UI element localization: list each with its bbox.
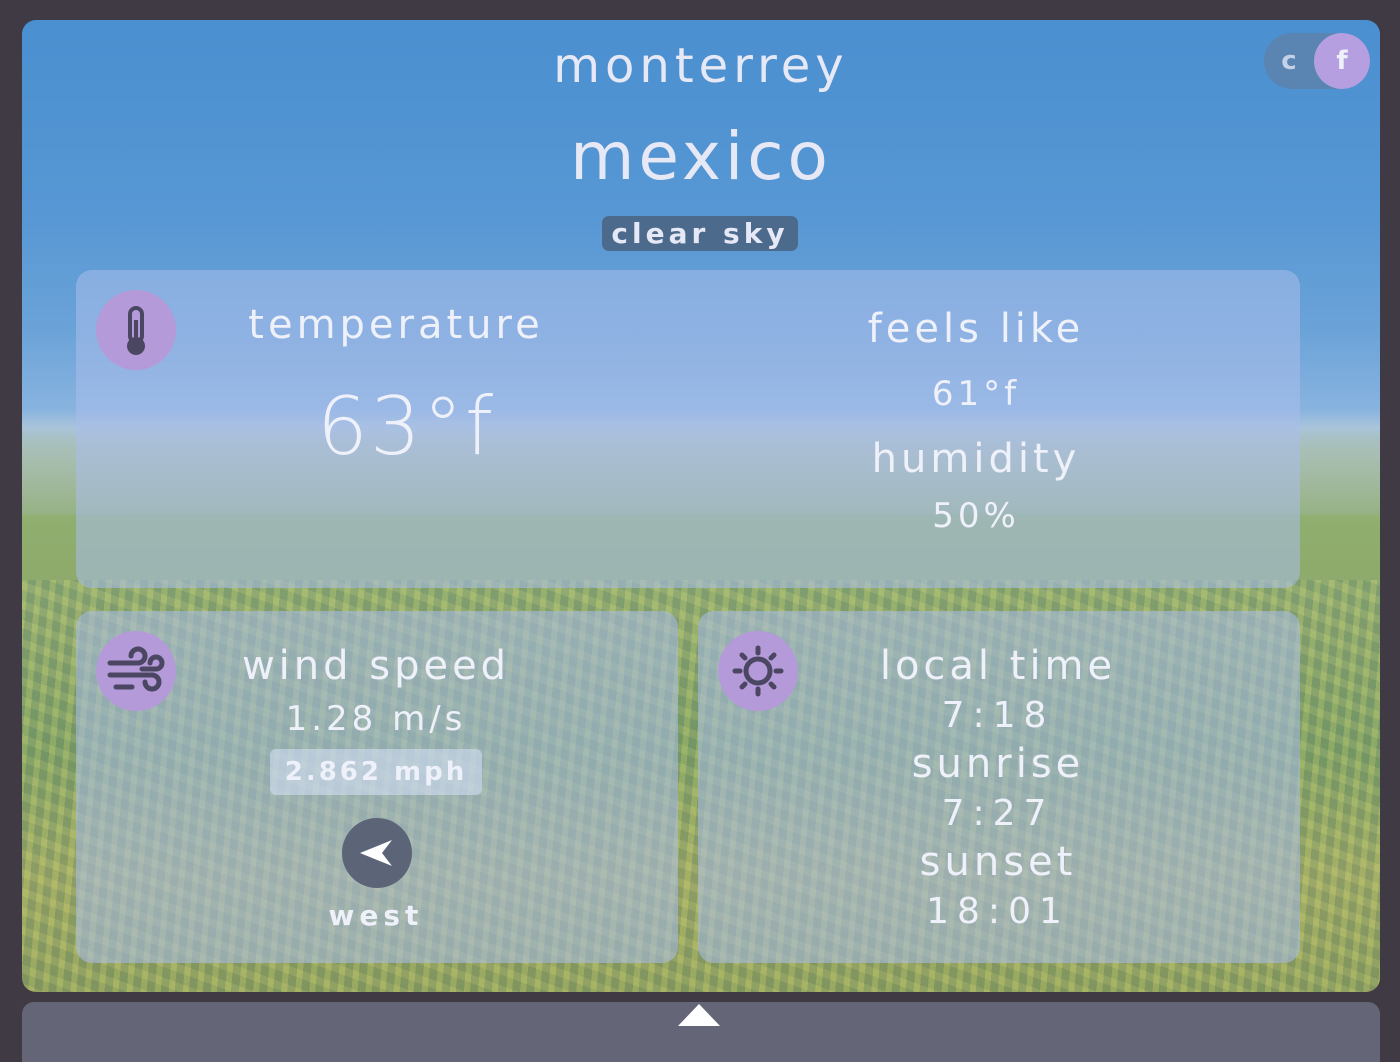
wind-icon bbox=[96, 631, 176, 711]
sunset-value: 18:01 bbox=[926, 891, 1070, 932]
feels-like-value: 61°f bbox=[931, 374, 1021, 414]
wind-card: wind speed 1.28 m/s 2.862 mph west bbox=[76, 611, 678, 963]
local-time-value: 7:18 bbox=[941, 695, 1055, 736]
celsius-option[interactable]: c bbox=[1264, 33, 1314, 89]
bottom-drawer[interactable] bbox=[22, 1002, 1380, 1062]
wind-speed-ms: 1.28 m/s bbox=[285, 699, 467, 739]
humidity-label: humidity bbox=[871, 436, 1081, 482]
humidity-value: 50% bbox=[932, 496, 1020, 536]
temperature-label: temperature bbox=[248, 302, 544, 348]
thermometer-icon bbox=[96, 290, 176, 370]
feels-like-label: feels like bbox=[867, 306, 1085, 352]
local-time-label: local time bbox=[879, 643, 1117, 689]
temperature-value: 63°f bbox=[317, 380, 495, 473]
weather-screen: monterrey mexico clear sky c f temperatu… bbox=[22, 20, 1380, 992]
city-name: monterrey bbox=[553, 38, 849, 94]
wind-speed-mph-badge: 2.862 mph bbox=[270, 749, 482, 795]
sun-icon bbox=[718, 631, 798, 711]
time-card: local time 7:18 sunrise 7:27 sunset 18:0… bbox=[698, 611, 1300, 963]
wind-speed-label: wind speed bbox=[241, 643, 511, 689]
country-name: mexico bbox=[570, 118, 832, 195]
sunset-label: sunset bbox=[919, 839, 1077, 885]
fahrenheit-option[interactable]: f bbox=[1314, 33, 1370, 89]
arrow-left-icon bbox=[342, 818, 412, 888]
chevron-up-icon[interactable] bbox=[676, 1002, 722, 1028]
temperature-card: temperature 63°f feels like 61°f humidit… bbox=[76, 270, 1300, 588]
weather-description-badge: clear sky bbox=[602, 216, 798, 251]
sunrise-label: sunrise bbox=[911, 741, 1085, 787]
sunrise-value: 7:27 bbox=[941, 793, 1055, 834]
unit-toggle[interactable]: c f bbox=[1264, 33, 1370, 89]
wind-direction: west bbox=[328, 899, 424, 932]
